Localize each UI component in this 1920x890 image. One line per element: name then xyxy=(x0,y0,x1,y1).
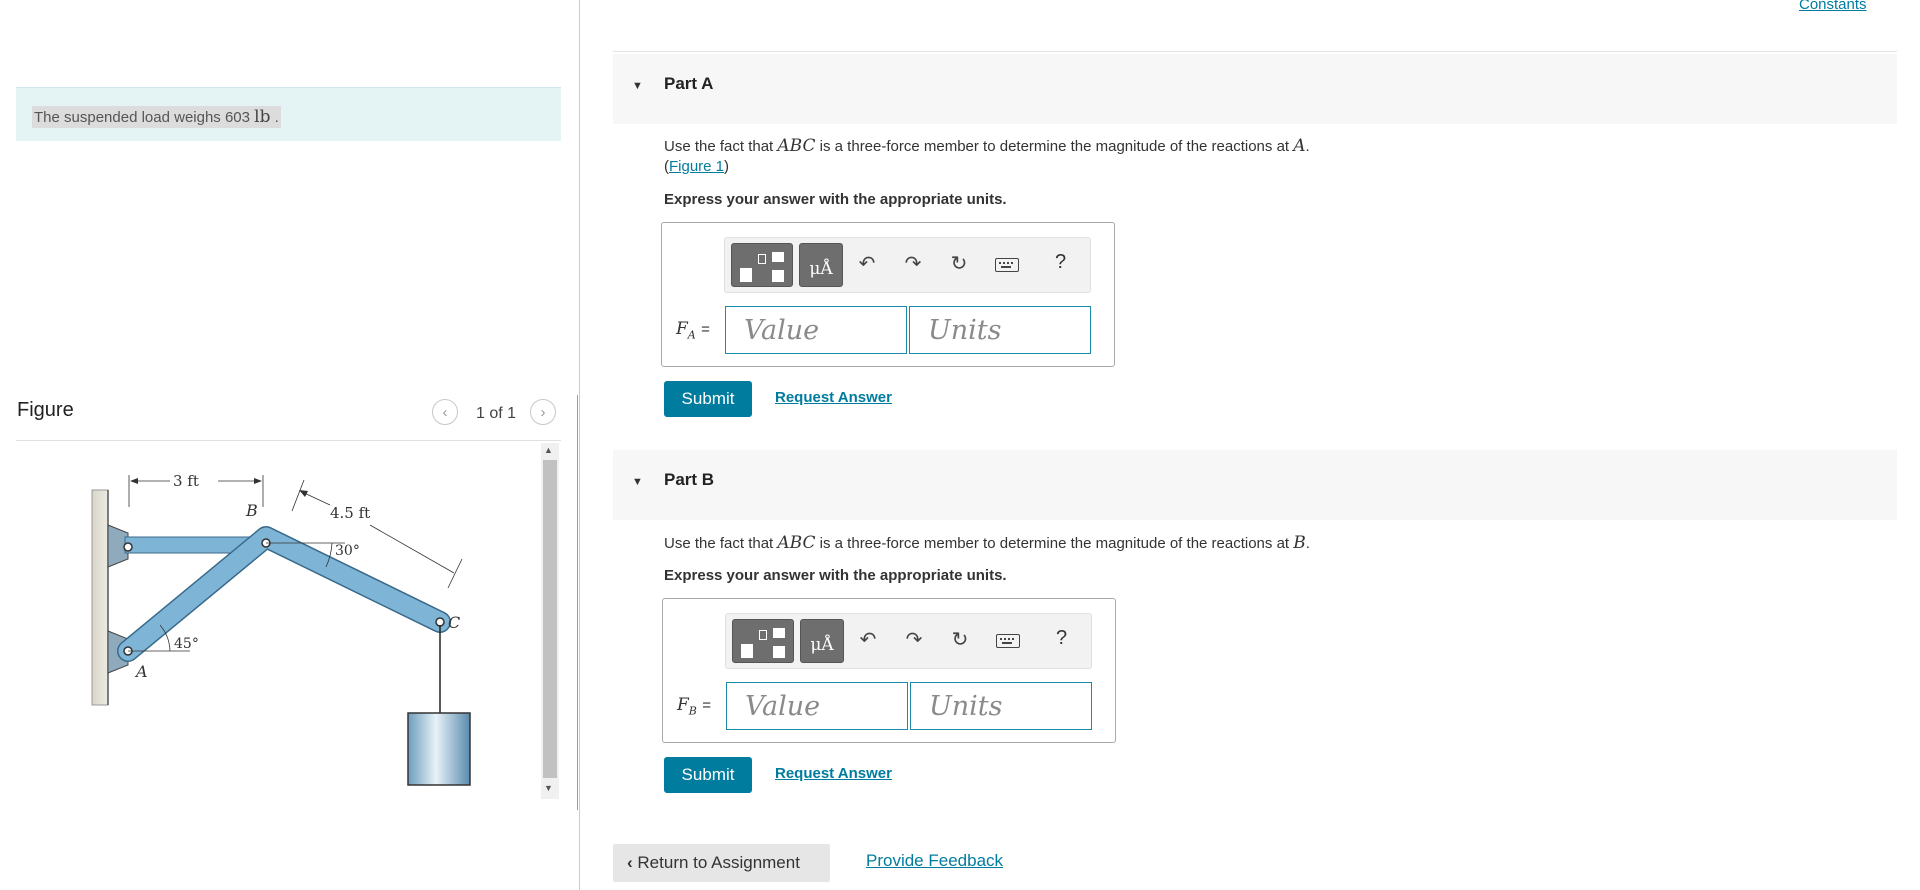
figure-title: Figure xyxy=(17,399,74,421)
reset-icon[interactable]: ↻ xyxy=(945,250,973,278)
part-a-title: Part A xyxy=(664,74,714,93)
help-button[interactable]: ? xyxy=(1055,251,1066,274)
problem-trail: . xyxy=(270,109,279,126)
dim-45ft-label: 4.5 ft xyxy=(330,504,370,522)
part-a-submit-button[interactable]: Submit xyxy=(664,381,752,417)
undo-icon[interactable]: ↶ xyxy=(854,626,882,654)
help-button[interactable]: ? xyxy=(1056,627,1067,650)
part-b-answer-box: μÅ ↶ ↷ ↻ ? FB = xyxy=(662,598,1116,743)
part-b-express: Express your answer with the appropriate… xyxy=(664,567,1007,584)
templates-button[interactable] xyxy=(732,619,794,663)
angle-30-label: 30° xyxy=(335,543,360,559)
dim-3ft-label: 3 ft xyxy=(173,472,199,490)
units-symbol-button[interactable]: μÅ xyxy=(800,619,844,663)
part-a-question: Use the fact that ABC is a three-force m… xyxy=(664,136,1310,156)
part-a-figure-ref: (Figure 1) xyxy=(664,158,729,175)
part-a-q-point: A xyxy=(1293,136,1306,156)
column-divider xyxy=(577,395,578,810)
part-b-q-pre: Use the fact that xyxy=(664,535,774,552)
top-divider xyxy=(613,51,1897,52)
part-b-question: Use the fact that ABC is a three-force m… xyxy=(664,533,1310,553)
return-to-assignment-button[interactable]: ‹ Return to Assignment xyxy=(613,844,830,882)
return-label: Return to Assignment xyxy=(637,853,800,872)
chevron-left-icon: ‹ xyxy=(627,853,633,872)
point-c-label: C xyxy=(448,613,460,632)
units-symbol-button[interactable]: μÅ xyxy=(799,243,843,287)
wall xyxy=(91,489,109,706)
part-b-value-input[interactable] xyxy=(726,682,908,730)
part-a-express: Express your answer with the appropriate… xyxy=(664,191,1007,208)
part-a-q-pre: Use the fact that xyxy=(664,138,774,155)
part-a-math-toolbar: μÅ ↶ ↷ ↻ ? xyxy=(724,237,1091,293)
part-b-var-sub: B xyxy=(688,704,697,718)
figure-pager-text: 1 of 1 xyxy=(476,405,517,422)
angle-45-label: 45° xyxy=(174,636,199,652)
part-a-answer-box: μÅ ↶ ↷ ↻ ? FA = xyxy=(661,222,1115,367)
part-a-var-sub: A xyxy=(687,328,696,342)
undo-icon[interactable]: ↶ xyxy=(853,250,881,278)
figure-diagram: 3 ft 4.5 ft 30° 45° A B C xyxy=(91,472,471,786)
part-b-math-toolbar: μÅ ↶ ↷ ↻ ? xyxy=(725,613,1092,669)
scroll-up-icon[interactable]: ▲ xyxy=(544,445,553,455)
problem-unit: lb xyxy=(254,107,271,127)
part-a-var-symbol: F xyxy=(676,319,688,339)
provide-feedback-link[interactable]: Provide Feedback xyxy=(866,851,1003,871)
suspended-load xyxy=(407,712,471,786)
collapse-caret-icon[interactable]: ▼ xyxy=(632,80,643,92)
part-b-header[interactable]: ▼ Part B xyxy=(613,450,1897,520)
chevron-right-icon: › xyxy=(540,403,546,421)
problem-statement: The suspended load weighs 603 lb . xyxy=(32,106,281,128)
part-a-request-answer-link[interactable]: Request Answer xyxy=(775,389,892,406)
left-column: The suspended load weighs 603 lb . Figur… xyxy=(0,0,580,890)
pin-c xyxy=(435,617,445,627)
problem-text: The suspended load weighs 603 xyxy=(34,109,250,126)
part-b-q-mid: is a three-force member to determine the… xyxy=(819,535,1290,552)
point-a-label: A xyxy=(134,662,148,681)
figure-scrollbar-thumb[interactable] xyxy=(543,460,557,778)
pin-upper xyxy=(123,542,133,552)
part-b-q-end: . xyxy=(1305,535,1310,552)
templates-button[interactable] xyxy=(731,243,793,287)
part-a-header[interactable]: ▼ Part A xyxy=(613,54,1897,124)
figure-1-link[interactable]: Figure 1 xyxy=(669,158,724,175)
figure-divider xyxy=(16,440,561,441)
part-a-fig-close: ) xyxy=(724,158,730,175)
constants-link[interactable]: Constants xyxy=(1799,0,1867,13)
part-a-q-mid: is a three-force member to determine the… xyxy=(819,138,1290,155)
part-a-q-abc: ABC xyxy=(777,136,816,156)
redo-icon[interactable]: ↷ xyxy=(900,626,928,654)
collapse-caret-icon[interactable]: ▼ xyxy=(632,476,643,488)
part-a-var-eq: = xyxy=(701,321,710,338)
part-b-title: Part B xyxy=(664,470,715,489)
redo-icon[interactable]: ↷ xyxy=(899,250,927,278)
reset-icon[interactable]: ↻ xyxy=(946,626,974,654)
figure-next-button[interactable]: › xyxy=(530,399,556,425)
part-b-q-point: B xyxy=(1293,533,1306,553)
part-b-units-input[interactable] xyxy=(910,682,1092,730)
part-a-variable-label: FA = xyxy=(676,319,710,341)
figure-prev-button[interactable]: ‹ xyxy=(432,399,458,425)
part-b-request-answer-link[interactable]: Request Answer xyxy=(775,765,892,782)
member-abc xyxy=(118,527,450,661)
part-a-units-input[interactable] xyxy=(909,306,1091,354)
part-b-var-symbol: F xyxy=(677,695,689,715)
part-b-q-abc: ABC xyxy=(777,533,816,553)
keyboard-icon[interactable] xyxy=(995,258,1019,272)
part-a-value-input[interactable] xyxy=(725,306,907,354)
scroll-down-icon[interactable]: ▼ xyxy=(544,783,553,793)
part-b-var-eq: = xyxy=(702,697,712,714)
part-a-q-end: . xyxy=(1305,138,1310,155)
part-b-variable-label: FB = xyxy=(677,695,711,717)
part-b-submit-button[interactable]: Submit xyxy=(664,757,752,793)
point-b-label: B xyxy=(245,501,258,520)
chevron-left-icon: ‹ xyxy=(442,403,448,421)
problem-statement-box: The suspended load weighs 603 lb . xyxy=(16,87,561,141)
keyboard-icon[interactable] xyxy=(996,634,1020,648)
